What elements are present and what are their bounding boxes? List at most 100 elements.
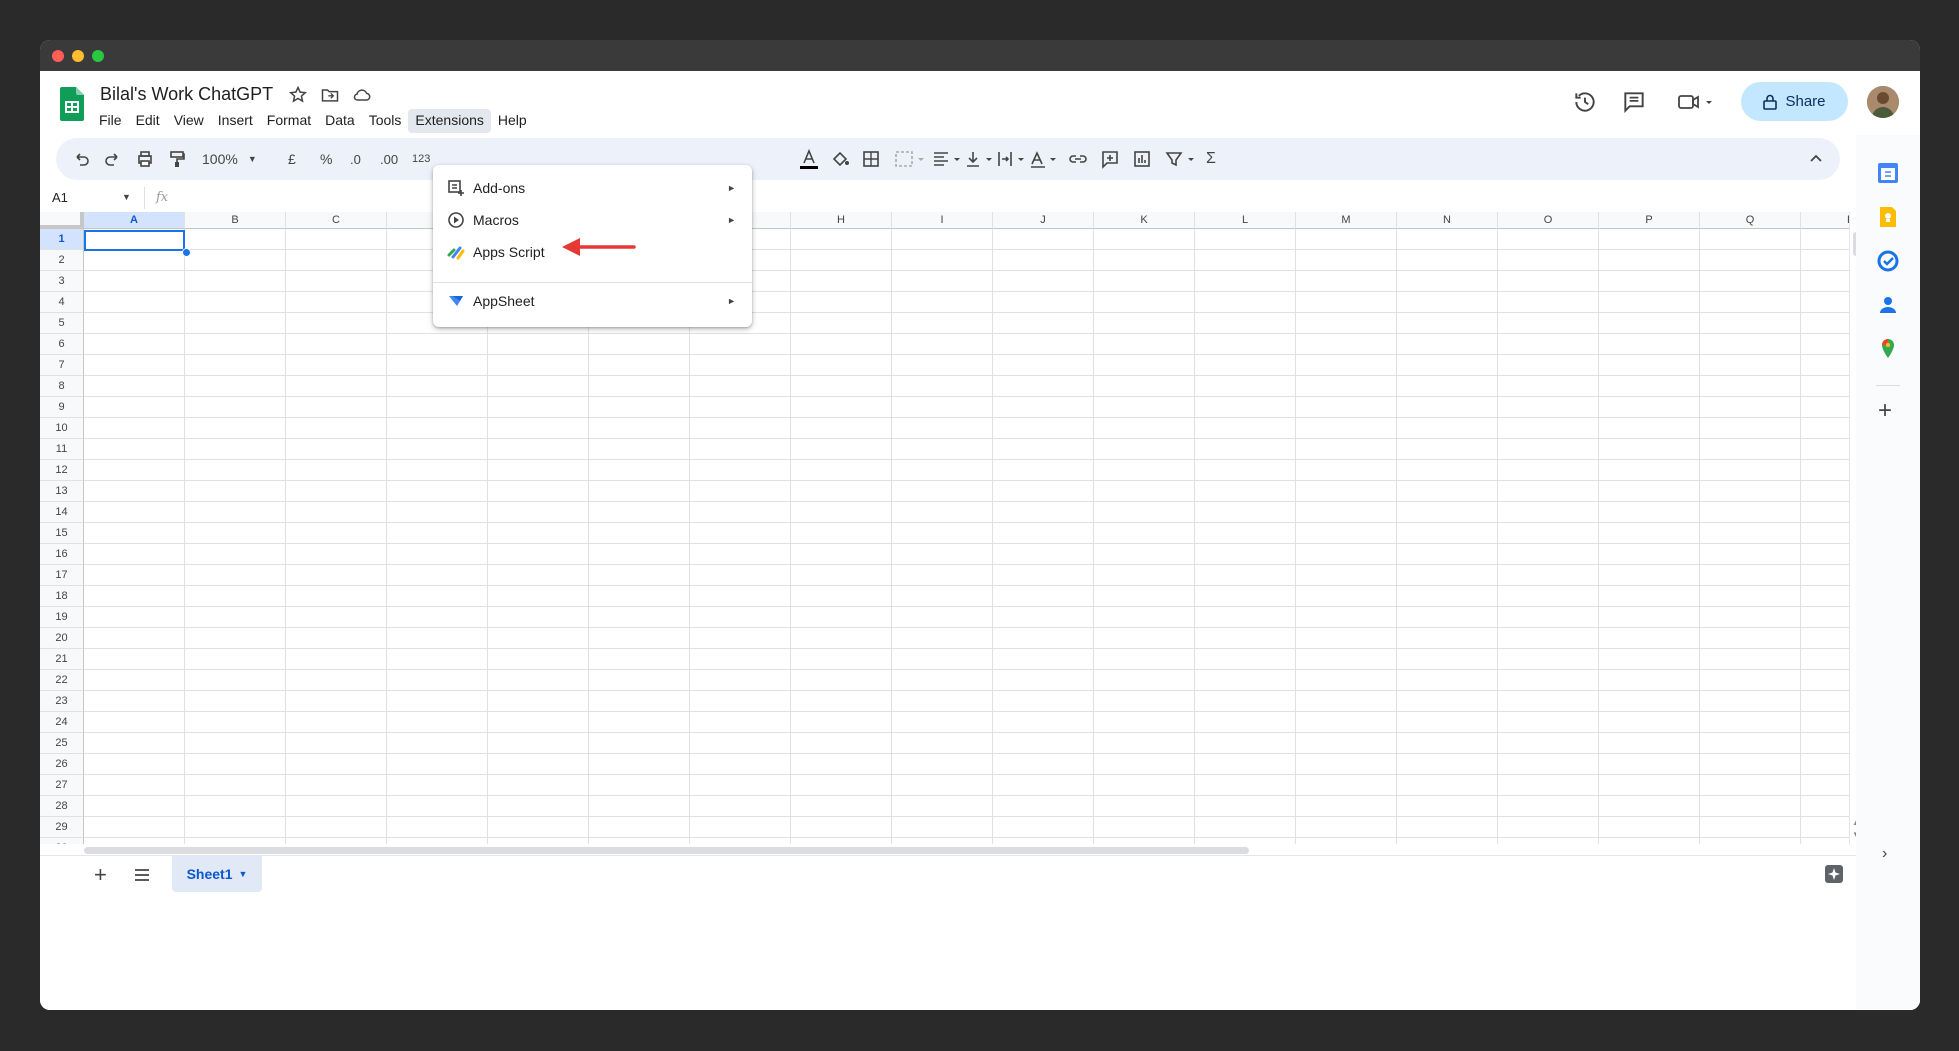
minimize-window-button[interactable] [72, 50, 84, 62]
vertical-align-icon[interactable] [964, 148, 994, 170]
select-all-corner[interactable] [40, 212, 84, 229]
explore-icon[interactable] [1824, 864, 1844, 884]
row-header[interactable]: 25 [40, 733, 84, 754]
menu-format[interactable]: Format [260, 109, 318, 133]
horizontal-scroll-thumb[interactable] [84, 847, 1249, 854]
row-header[interactable]: 13 [40, 481, 84, 502]
row-header[interactable]: 4 [40, 292, 84, 313]
horizontal-scrollbar[interactable]: ◀ ▶ [84, 845, 1884, 855]
row-header[interactable]: 23 [40, 691, 84, 712]
menu-item-macros[interactable]: Macros ► [433, 205, 752, 235]
row-header[interactable]: 12 [40, 460, 84, 481]
zoom-select[interactable]: 100% ▼ [202, 148, 266, 170]
keep-icon[interactable] [1876, 205, 1900, 229]
fill-color-icon[interactable] [830, 148, 850, 170]
row-header[interactable]: 1 [40, 229, 84, 250]
chevron-right-icon[interactable]: › [1882, 845, 1887, 863]
avatar[interactable] [1867, 86, 1899, 118]
insert-chart-icon[interactable] [1132, 148, 1152, 170]
row-header[interactable]: 7 [40, 355, 84, 376]
row-header[interactable]: 9 [40, 397, 84, 418]
sheets-logo-icon[interactable] [60, 87, 84, 121]
undo-icon[interactable] [72, 148, 90, 170]
row-header[interactable]: 27 [40, 775, 84, 796]
row-header[interactable]: 20 [40, 628, 84, 649]
star-icon[interactable] [288, 85, 308, 105]
menu-edit[interactable]: Edit [129, 109, 167, 133]
horizontal-align-icon[interactable] [932, 148, 962, 170]
formula-input[interactable] [180, 188, 1846, 210]
row-header[interactable]: 17 [40, 565, 84, 586]
row-header[interactable]: 16 [40, 544, 84, 565]
tasks-icon[interactable] [1876, 249, 1900, 273]
functions-icon[interactable]: Σ [1206, 148, 1216, 170]
text-rotation-icon[interactable] [1028, 148, 1058, 170]
all-sheets-icon[interactable] [134, 868, 150, 882]
column-header[interactable]: A [84, 212, 185, 229]
format-percent-button[interactable]: % [320, 148, 332, 170]
menu-item-add-ons[interactable]: Add-ons ► [433, 173, 752, 203]
add-sheet-icon[interactable]: + [94, 862, 107, 888]
insert-comment-icon[interactable] [1100, 148, 1120, 170]
filter-icon[interactable] [1164, 148, 1198, 170]
move-folder-icon[interactable] [320, 85, 340, 105]
merge-cells-icon[interactable] [894, 148, 924, 170]
chevron-down-icon[interactable]: ▼ [239, 869, 248, 879]
insert-link-icon[interactable] [1068, 148, 1088, 170]
row-header[interactable]: 29 [40, 817, 84, 838]
selected-cell[interactable] [84, 230, 185, 251]
column-header[interactable]: O [1498, 212, 1599, 229]
text-color-icon[interactable] [798, 148, 820, 170]
menu-help[interactable]: Help [491, 109, 534, 133]
maps-icon[interactable] [1876, 337, 1900, 361]
column-header[interactable]: M [1296, 212, 1397, 229]
close-window-button[interactable] [52, 50, 64, 62]
row-header[interactable]: 18 [40, 586, 84, 607]
menu-item-appsheet[interactable]: AppSheet ► [433, 286, 752, 316]
spreadsheet-grid[interactable]: ABCDEFGHIJKLMNOPQR 123456789101112131415… [40, 212, 1862, 844]
column-header[interactable]: P [1599, 212, 1700, 229]
document-title[interactable]: Bilal's Work ChatGPT [100, 84, 273, 105]
name-box[interactable]: A1 [52, 190, 68, 205]
row-header[interactable]: 10 [40, 418, 84, 439]
menu-data[interactable]: Data [318, 109, 362, 133]
print-icon[interactable] [136, 148, 154, 170]
paint-format-icon[interactable] [168, 148, 186, 170]
share-button[interactable]: Share [1741, 82, 1848, 121]
menu-view[interactable]: View [167, 109, 211, 133]
row-header[interactable]: 15 [40, 523, 84, 544]
fill-handle[interactable] [182, 248, 191, 257]
number-format-button[interactable]: 123 [412, 148, 430, 170]
column-header[interactable]: Q [1700, 212, 1801, 229]
menu-tools[interactable]: Tools [362, 109, 409, 133]
text-wrapping-icon[interactable] [996, 148, 1026, 170]
row-header[interactable]: 19 [40, 607, 84, 628]
name-box-dropdown-icon[interactable]: ▼ [122, 192, 131, 202]
column-header[interactable]: H [791, 212, 892, 229]
row-header[interactable]: 30 [40, 838, 84, 844]
cell-area[interactable] [84, 229, 1862, 844]
redo-icon[interactable] [104, 148, 122, 170]
cloud-status-icon[interactable] [352, 85, 372, 105]
calendar-icon[interactable] [1876, 161, 1900, 185]
increase-decimal-button[interactable]: .00 [380, 148, 398, 170]
row-header[interactable]: 5 [40, 313, 84, 334]
column-header[interactable]: K [1094, 212, 1195, 229]
get-addons-icon[interactable]: + [1878, 397, 1892, 425]
menu-insert[interactable]: Insert [211, 109, 260, 133]
version-history-icon[interactable] [1572, 89, 1598, 115]
format-currency-button[interactable]: £ [288, 148, 296, 170]
row-header[interactable]: 14 [40, 502, 84, 523]
column-header[interactable]: N [1397, 212, 1498, 229]
column-header[interactable]: L [1195, 212, 1296, 229]
row-header[interactable]: 28 [40, 796, 84, 817]
column-header[interactable]: J [993, 212, 1094, 229]
borders-icon[interactable] [862, 148, 880, 170]
chevron-up-icon[interactable] [1808, 148, 1824, 170]
row-header[interactable]: 24 [40, 712, 84, 733]
column-header[interactable]: B [185, 212, 286, 229]
row-header[interactable]: 2 [40, 250, 84, 271]
maximize-window-button[interactable] [92, 50, 104, 62]
menu-file[interactable]: File [92, 109, 129, 133]
row-header[interactable]: 26 [40, 754, 84, 775]
